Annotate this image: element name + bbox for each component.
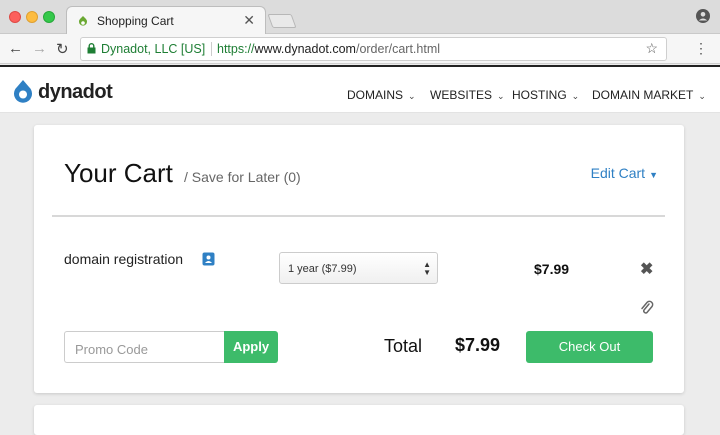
nav-domain-market[interactable]: DOMAIN MARKET ⌄ xyxy=(592,88,706,102)
apply-promo-button[interactable]: Apply xyxy=(224,331,278,363)
secure-site-label: Dynadot, LLC [US] xyxy=(101,42,206,56)
cart-panel: Your Cart / Save for Later (0) Edit Cart… xyxy=(34,125,684,393)
logo-text[interactable]: dynadot xyxy=(38,81,113,104)
lock-icon xyxy=(87,43,96,54)
browser-toolbar: ← → ↻ Dynadot, LLC [US] https://www.dyna… xyxy=(0,34,720,64)
back-icon[interactable]: ← xyxy=(8,40,23,57)
profile-icon[interactable] xyxy=(696,9,710,23)
chevron-down-icon: ⌄ xyxy=(698,91,706,101)
edit-cart-label: Edit Cart xyxy=(590,165,646,181)
browser-menu-icon[interactable]: ⋮ xyxy=(694,40,708,57)
url-text: https://www.dynadot.com/order/cart.html xyxy=(217,42,440,56)
nav-domains[interactable]: DOMAINS ⌄ xyxy=(347,88,416,102)
tab-title: Shopping Cart xyxy=(97,14,174,28)
cart-item-name: domain registration xyxy=(64,251,184,267)
nav-hosting[interactable]: HOSTING ⌄ xyxy=(512,88,579,102)
total-label: Total xyxy=(384,336,423,356)
paperclip-icon[interactable] xyxy=(640,300,654,316)
nav-websites-label: WEBSITES xyxy=(430,88,493,102)
total-value: $7.99 xyxy=(455,335,501,355)
tab-shopping-cart[interactable]: Shopping Cart ✕ xyxy=(66,6,266,35)
address-bar[interactable]: Dynadot, LLC [US] https://www.dynadot.co… xyxy=(80,37,667,61)
new-tab-button[interactable] xyxy=(267,14,297,28)
close-window-button[interactable] xyxy=(9,11,21,23)
contact-card-icon[interactable] xyxy=(202,252,215,266)
dynadot-logo-icon[interactable] xyxy=(12,79,34,105)
remove-item-icon[interactable]: ✖ xyxy=(640,259,653,279)
url-domain: www.dynadot.com xyxy=(254,42,356,56)
registration-period-value: 1 year ($7.99) xyxy=(288,263,357,275)
site-header: dynadot DOMAINS ⌄ WEBSITES ⌄ HOSTING ⌄ DOMA… xyxy=(0,65,720,113)
page-title: Your Cart xyxy=(64,158,173,188)
url-scheme: https:// xyxy=(217,42,255,56)
nav-domain-market-label: DOMAIN MARKET xyxy=(592,88,694,102)
url-path: /order/cart.html xyxy=(355,42,441,56)
caret-down-icon: ▼ xyxy=(649,170,658,180)
chevron-down-icon: ⌄ xyxy=(497,91,505,101)
nav-hosting-label: HOSTING xyxy=(512,88,567,102)
nav-websites[interactable]: WEBSITES ⌄ xyxy=(430,88,505,102)
bookmark-star-icon[interactable]: ☆ xyxy=(645,40,658,57)
chevron-down-icon: ⌄ xyxy=(408,91,416,101)
registration-period-select[interactable]: 1 year ($7.99) ▲ ▼ xyxy=(279,252,438,284)
checkout-button[interactable]: Check Out xyxy=(526,331,653,363)
select-arrows-icon: ▲ ▼ xyxy=(423,260,431,277)
nav-domains-label: DOMAINS xyxy=(347,88,404,102)
reload-icon[interactable]: ↻ xyxy=(56,40,69,58)
chevron-down-icon: ⌄ xyxy=(571,91,580,101)
address-divider xyxy=(211,42,212,56)
browser-tabstrip: Shopping Cart ✕ xyxy=(0,0,720,35)
edit-cart-dropdown[interactable]: Edit Cart ▼ xyxy=(591,165,658,181)
tab-close-icon[interactable]: ✕ xyxy=(243,12,255,29)
maximize-window-button[interactable] xyxy=(43,11,55,23)
forward-icon[interactable]: → xyxy=(32,40,47,57)
minimize-window-button[interactable] xyxy=(26,11,38,23)
save-for-later-link[interactable]: / Save for Later (0) xyxy=(184,169,301,185)
promo-code-input[interactable]: Promo Code xyxy=(64,331,224,363)
dynadot-favicon-icon xyxy=(79,16,87,26)
cart-item-price: $7.99 xyxy=(534,261,570,277)
section-divider xyxy=(52,215,665,217)
secondary-panel xyxy=(34,405,684,435)
